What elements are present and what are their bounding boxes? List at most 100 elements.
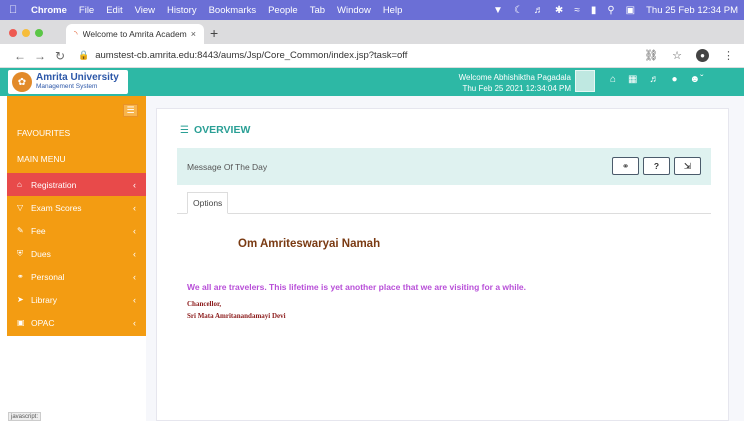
menu-people[interactable]: People <box>268 5 298 16</box>
grid-icon[interactable]: ▦ <box>628 74 637 85</box>
sidebar-favourites[interactable]: FAVOURITES <box>17 128 70 138</box>
spotlight-icon[interactable]: ⚲ <box>607 5 614 16</box>
forward-icon[interactable]: → <box>30 49 50 63</box>
chevron-left-icon: ‹ <box>133 317 136 328</box>
close-tab-icon[interactable]: × <box>191 29 196 39</box>
menu-clock[interactable]: Thu 25 Feb 12:34 PM <box>646 5 738 16</box>
send-icon: ➤ <box>17 295 24 304</box>
sidebar-item-opac[interactable]: ▣ OPAC ‹ <box>7 311 146 334</box>
menu-app-name[interactable]: Chrome <box>31 5 67 16</box>
amrita-emblem-icon: ✿ <box>12 72 32 92</box>
sidebar-toggle-icon[interactable]: ☰ <box>123 104 138 117</box>
browser-tab[interactable]: ◝ Welcome to Amrita Academic I × <box>66 24 204 44</box>
url-text: aumstest-cb.amrita.edu:8443/aums/Jsp/Cor… <box>95 50 408 61</box>
menu-history[interactable]: History <box>167 5 197 16</box>
link-icon: ⚭ <box>621 160 630 171</box>
motd-title: Message Of The Day <box>187 161 268 172</box>
bookmark-star-icon[interactable]: ☆ <box>672 49 682 62</box>
battery-icon[interactable]: ▮ <box>591 5 597 16</box>
apple-icon[interactable]:  <box>9 4 25 16</box>
app-logo[interactable]: ✿ Amrita University Management System <box>8 70 128 94</box>
sidebar-item-label: Personal <box>31 271 65 282</box>
motd-tabs: Options <box>177 192 711 214</box>
sidebar-item-personal[interactable]: ⚭ Personal ‹ <box>7 265 146 288</box>
chevron-left-icon: ‹ <box>133 179 136 190</box>
tab-options[interactable]: Options <box>187 192 229 214</box>
sidebar-main-menu[interactable]: MAIN MENU <box>17 154 66 164</box>
user-photo <box>575 70 595 92</box>
macos-menu-bar:  Chrome File Edit View History Bookmark… <box>0 0 744 20</box>
home-icon: ⌂ <box>17 180 22 189</box>
sidebar-item-label: Library <box>31 294 57 305</box>
sidebar-item-label: Registration <box>31 179 77 190</box>
chevron-left-icon: ‹ <box>133 202 136 213</box>
sidebar-item-registration[interactable]: ⌂ Registration ‹ <box>7 173 146 196</box>
sidebar-item-dues[interactable]: ⛨ Dues ‹ <box>7 242 146 265</box>
window-controls <box>9 29 43 37</box>
sidebar-item-exam-scores[interactable]: ▽ Exam Scores ‹ <box>7 196 146 219</box>
quote-text: We all are travelers. This lifetime is y… <box>187 282 527 292</box>
url-field[interactable]: 🔒 aumstest-cb.amrita.edu:8443/aums/Jsp/C… <box>78 50 407 61</box>
shield-icon: ⛨ <box>17 248 23 258</box>
logo-title: Amrita University <box>36 72 119 84</box>
welcome-text: Welcome Abhishiktha Pagadala <box>458 73 571 82</box>
page-title: ☰ OVERVIEW <box>180 124 250 136</box>
menu-edit[interactable]: Edit <box>106 5 122 16</box>
menu-bookmarks[interactable]: Bookmarks <box>209 5 257 16</box>
motd-panel-buttons: ⚭ ? ⇲ <box>612 157 701 175</box>
pencil-icon: ✎ <box>17 226 24 235</box>
minimize-window-icon[interactable] <box>22 29 30 37</box>
wifi-icon[interactable]: ≈ <box>574 5 580 16</box>
menu-file[interactable]: File <box>79 5 94 16</box>
sidebar-item-label: Exam Scores <box>31 202 82 213</box>
reload-icon[interactable]: ↻ <box>50 49 70 63</box>
om-heading: Om Amriteswaryai Namah <box>238 238 381 250</box>
sidebar-item-label: Fee <box>31 225 46 236</box>
sidebar-item-label: Dues <box>31 248 51 259</box>
zoom-window-icon[interactable] <box>35 29 43 37</box>
loading-favicon-icon: ◝ <box>74 28 78 39</box>
help-button[interactable]: ? <box>643 157 670 175</box>
vpn-icon[interactable]: ▼ <box>493 5 503 16</box>
volume-icon[interactable]: ♬ <box>534 5 544 16</box>
browser-tab-title: Welcome to Amrita Academic I <box>82 29 187 39</box>
globe-icon[interactable]: ● <box>672 74 678 85</box>
page-title-text: OVERVIEW <box>193 124 251 136</box>
status-link-preview: javascript: <box>8 412 42 421</box>
profile-icon[interactable]: ● <box>696 49 709 62</box>
welcome-block: Welcome Abhishiktha Pagadala Thu Feb 25 … <box>459 72 571 94</box>
menu-view[interactable]: View <box>135 5 155 16</box>
close-window-icon[interactable] <box>9 29 17 37</box>
lock-icon[interactable]: 🔒 <box>78 50 89 61</box>
chevron-left-icon: ‹ <box>133 271 136 282</box>
header-datetime: Thu Feb 25 2021 12:34:04 PM <box>462 84 571 93</box>
chevron-left-icon: ‹ <box>133 248 136 259</box>
menu-tab[interactable]: Tab <box>310 5 325 16</box>
logo-subtitle: Management System <box>36 83 98 91</box>
calendar-icon: ▣ <box>17 318 25 327</box>
header-icons: ⌂ ▦ ♬ ● ☻ˇ <box>610 74 703 85</box>
menu-window[interactable]: Window <box>337 5 371 16</box>
sidebar-item-library[interactable]: ➤ Library ‹ <box>7 288 146 311</box>
chevron-left-icon: ‹ <box>133 225 136 236</box>
menu-help[interactable]: Help <box>383 5 403 16</box>
funnel-icon: ▽ <box>17 203 24 212</box>
back-icon[interactable]: ← <box>10 49 30 63</box>
home-icon[interactable]: ⌂ <box>610 74 616 85</box>
bell-icon[interactable]: ♬ <box>650 74 660 85</box>
chrome-menu-icon[interactable]: ⋮ <box>723 49 734 62</box>
user-dropdown-icon[interactable]: ☻ˇ <box>690 74 704 85</box>
link-button[interactable]: ⚭ <box>612 157 639 175</box>
sidebar-item-fee[interactable]: ✎ Fee ‹ <box>7 219 146 242</box>
user-icon: ⚭ <box>17 272 24 281</box>
help-icon: ? <box>653 161 660 171</box>
sidebar: ☰ FAVOURITES MAIN MENU ⌂ Registration ‹ … <box>7 96 146 336</box>
signature-name: Sri Mata Amritanandamayi Devi <box>187 312 286 320</box>
new-tab-button[interactable]: + <box>210 25 218 41</box>
control-center-icon[interactable]: ▣ <box>626 5 635 16</box>
bluetooth-icon[interactable]: ✱ <box>555 5 563 16</box>
expand-button[interactable]: ⇲ <box>674 157 701 175</box>
key-icon[interactable]: ⛓ <box>644 49 658 62</box>
moon-icon[interactable]: ☾ <box>514 5 523 16</box>
browser-tab-strip: ◝ Welcome to Amrita Academic I × + <box>0 20 744 44</box>
